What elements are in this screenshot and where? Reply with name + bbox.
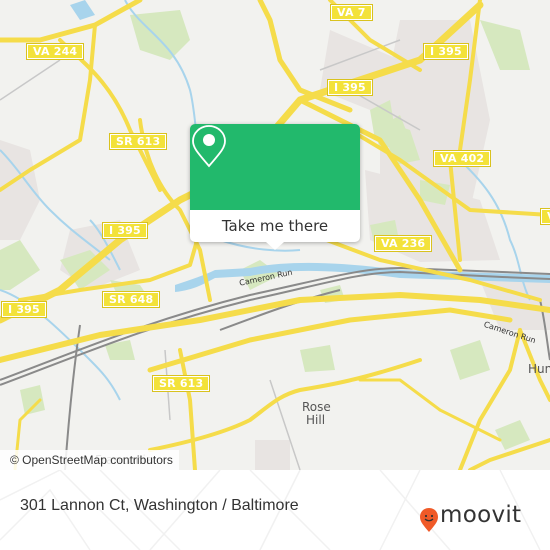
road-shield-va244: VA 244: [25, 43, 85, 60]
take-me-there-button[interactable]: Take me there: [190, 210, 360, 242]
moovit-brand-name: moovit: [440, 502, 522, 528]
map-pin-icon: [192, 125, 226, 168]
destination-popup: Take me there: [190, 124, 360, 250]
attribution-text: © OpenStreetMap contributors: [10, 453, 173, 467]
road-shield-sr613-south: SR 613: [151, 375, 211, 392]
place-label-huntington: Hun: [528, 362, 550, 376]
map[interactable]: VA 244 VA 7 I 395 I 395 SR 613 VA 402 I …: [0, 0, 550, 470]
road-shield-va7: VA 7: [330, 4, 373, 21]
road-shield-i395-west: I 395: [102, 222, 148, 239]
popup-pointer: [266, 242, 284, 250]
road-shield-va402: VA 402: [432, 150, 492, 167]
popup-header: [190, 124, 360, 210]
map-attribution[interactable]: © OpenStreetMap contributors: [0, 450, 179, 470]
road-shield-i395-southwest: I 395: [1, 301, 47, 318]
place-label-hill: Hill: [306, 413, 326, 427]
moovit-logo-icon: [420, 508, 438, 532]
road-shield-va236: VA 236: [373, 235, 433, 252]
road-shield-sr648: SR 648: [101, 291, 161, 308]
road-shield-i395-ne: I 395: [423, 43, 469, 60]
road-shield-east: V: [540, 208, 550, 225]
road-shield-i395-n: I 395: [327, 79, 373, 96]
address-text: 301 Lannon Ct, Washington / Baltimore: [20, 497, 299, 514]
lake: [70, 0, 95, 20]
road-shield-sr613-north: SR 613: [108, 133, 168, 150]
